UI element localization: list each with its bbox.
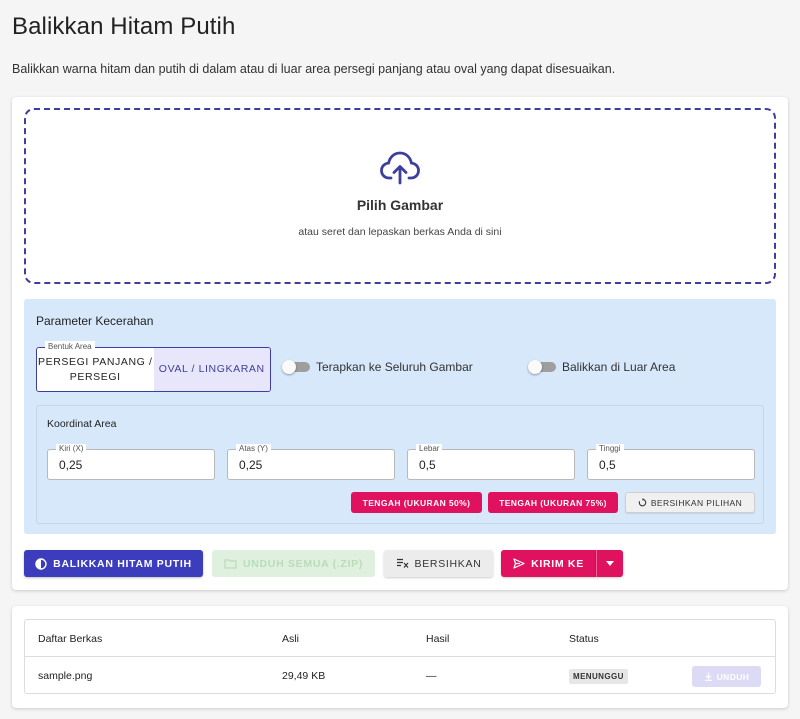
toggle-label: Terapkan ke Seluruh Gambar <box>316 360 473 374</box>
params-title: Parameter Kecerahan <box>36 314 154 328</box>
send-to-dropdown[interactable] <box>596 550 623 577</box>
file-name: sample.png <box>38 670 93 682</box>
switch-icon[interactable] <box>528 360 556 374</box>
download-all-zip-button[interactable]: UNDUH SEMUA (.ZIP) <box>212 550 375 577</box>
field-value[interactable]: 0,25 <box>239 458 262 472</box>
file-original-size: 29,49 KB <box>282 670 326 682</box>
download-button[interactable]: UNDUH <box>692 666 761 687</box>
field-label: Tinggi <box>596 444 624 454</box>
clear-selection-button[interactable]: BERSIHKAN PILIHAN <box>625 492 755 513</box>
area-coordinates: Koordinat Area Kiri (X) 0,25 Atas (Y) 0,… <box>36 405 764 524</box>
main-card: Pilih Gambar atau seret dan lepaskan ber… <box>12 97 788 590</box>
dropzone-title: Pilih Gambar <box>356 197 444 213</box>
center-75-button[interactable]: TENGAH (UKURAN 75%) <box>488 492 618 513</box>
download-icon <box>704 672 713 681</box>
field-label: Lebar <box>416 444 443 454</box>
field-label: Kiri (X) <box>56 444 87 454</box>
table-header: Daftar Berkas Asli Hasil Status <box>25 620 775 657</box>
image-dropzone[interactable]: Pilih Gambar atau seret dan lepaskan ber… <box>24 108 776 284</box>
shape-option-oval[interactable]: OVAL / LINGKARAN <box>153 348 270 391</box>
switch-icon[interactable] <box>282 360 310 374</box>
field-label: Atas (Y) <box>236 444 271 454</box>
toggle-invert-outside[interactable]: Balikkan di Luar Area <box>528 360 675 374</box>
shape-option-rectangle[interactable]: PERSEGI PANJANG / PERSEGI <box>37 348 154 391</box>
status-badge: MENUNGGU <box>569 669 628 684</box>
table-row: sample.png 29,49 KB — MENUNGGU UNDUH <box>25 658 775 694</box>
brightness-params-panel: Parameter Kecerahan Bentuk Area PERSEGI … <box>24 299 776 534</box>
send-icon <box>513 558 525 569</box>
left-x-field[interactable]: Kiri (X) 0,25 <box>47 444 215 480</box>
clear-button[interactable]: BERSIHKAN <box>384 550 493 577</box>
dropzone-subtitle: atau seret dan lepaskan berkas Anda di s… <box>298 226 502 238</box>
clear-list-icon <box>396 558 409 569</box>
toggle-apply-whole-image[interactable]: Terapkan ke Seluruh Gambar <box>282 360 473 374</box>
page-title: Balikkan Hitam Putih <box>12 13 236 40</box>
coordinates-title: Koordinat Area <box>47 418 117 430</box>
contrast-icon <box>35 557 47 570</box>
shape-toggle-group: Bentuk Area PERSEGI PANJANG / PERSEGI OV… <box>36 341 271 392</box>
send-to-button[interactable]: KIRIM KE <box>501 550 596 577</box>
column-header-original: Asli <box>282 633 299 645</box>
download-all-label: UNDUH SEMUA (.ZIP) <box>242 557 364 570</box>
width-field[interactable]: Lebar 0,5 <box>407 444 575 480</box>
column-header-file: Daftar Berkas <box>38 633 103 645</box>
clear-label: BERSIHKAN <box>414 557 482 570</box>
field-value[interactable]: 0,25 <box>59 458 82 472</box>
cloud-upload-icon <box>380 151 420 185</box>
file-result: — <box>426 670 437 682</box>
folder-download-icon <box>224 558 237 569</box>
chevron-down-icon <box>606 561 614 566</box>
download-label: UNDUH <box>716 671 750 682</box>
toggle-label: Balikkan di Luar Area <box>562 360 676 374</box>
invert-bw-label: BALIKKAN HITAM PUTIH <box>53 557 192 570</box>
center-50-button[interactable]: TENGAH (UKURAN 50%) <box>351 492 482 513</box>
column-header-result: Hasil <box>426 633 450 645</box>
top-y-field[interactable]: Atas (Y) 0,25 <box>227 444 395 480</box>
send-to-label: KIRIM KE <box>531 557 584 570</box>
field-value[interactable]: 0,5 <box>419 458 436 472</box>
clear-selection-label: BERSIHKAN PILIHAN <box>650 497 743 508</box>
file-table: Daftar Berkas Asli Hasil Status sample.p… <box>24 619 776 694</box>
reset-icon <box>638 498 647 507</box>
shape-legend: Bentuk Area <box>45 341 95 352</box>
height-field[interactable]: Tinggi 0,5 <box>587 444 755 480</box>
invert-bw-button[interactable]: BALIKKAN HITAM PUTIH <box>24 550 203 577</box>
page-description: Balikkan warna hitam dan putih di dalam … <box>12 62 616 76</box>
file-list-card: Daftar Berkas Asli Hasil Status sample.p… <box>12 606 788 708</box>
field-value[interactable]: 0,5 <box>599 458 616 472</box>
column-header-status: Status <box>569 633 599 645</box>
